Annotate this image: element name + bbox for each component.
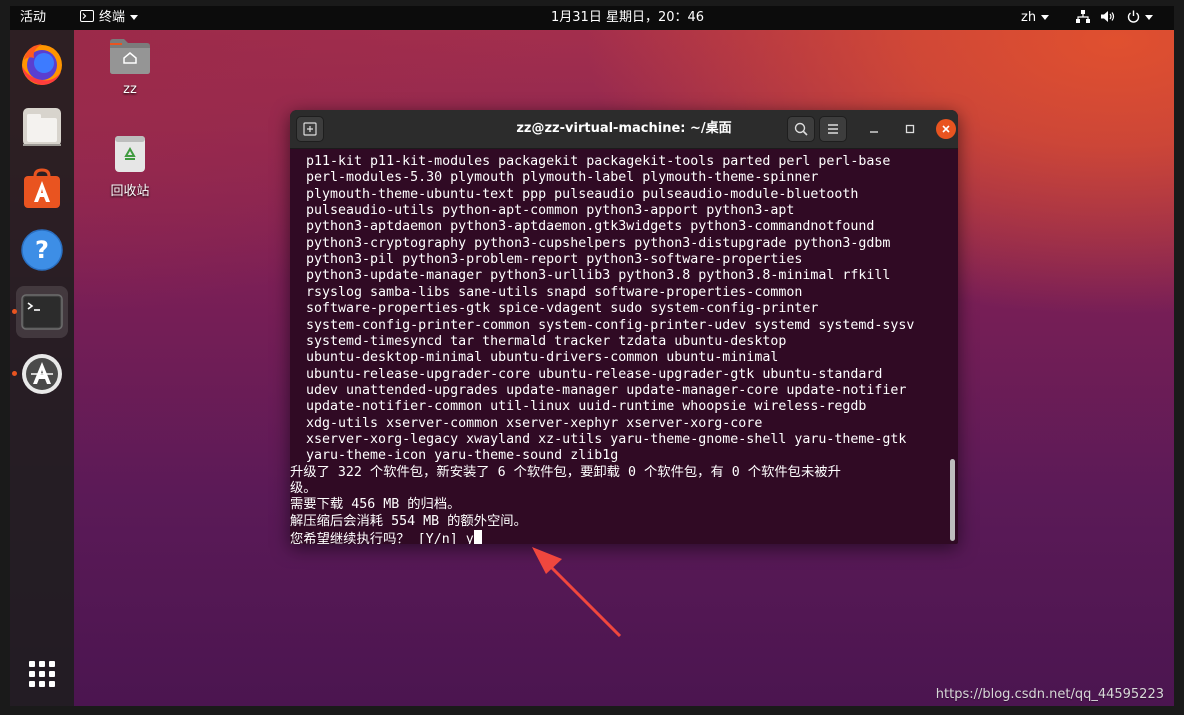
network-icon <box>1076 10 1090 23</box>
terminal-icon <box>21 294 63 330</box>
language-menu[interactable]: zh <box>1021 6 1050 30</box>
trash-label: 回收站 <box>110 184 150 199</box>
terminal-app-icon <box>80 10 94 22</box>
language-label: zh <box>1021 10 1037 25</box>
power-icon <box>1128 10 1140 23</box>
volume-icon <box>1101 11 1115 22</box>
maximize-icon <box>905 124 915 134</box>
text-cursor <box>473 530 482 544</box>
desktop-screen: 活动 终端 1月31日 星期日，20：46 zh ? zz 回收站 zz@zz-… <box>10 6 1174 706</box>
search-icon <box>794 122 808 136</box>
terminal-title: zz@zz-virtual-machine: ~/桌面 <box>516 121 732 136</box>
maximize-button[interactable] <box>900 119 920 139</box>
chevron-down-icon <box>1145 15 1154 20</box>
clock[interactable]: 1月31日 星期日，20：46 <box>551 6 704 30</box>
terminal-line: python3-cryptography python3-cupshelpers… <box>290 236 891 251</box>
terminal-line: ubuntu-release-upgrader-core ubuntu-rele… <box>290 367 883 382</box>
hamburger-menu-icon <box>828 124 838 134</box>
close-button[interactable] <box>936 119 956 139</box>
svg-text:?: ? <box>35 236 49 264</box>
files-icon <box>23 108 61 146</box>
watermark: https://blog.csdn.net/qq_44595223 <box>935 687 1164 702</box>
terminal-line: update-notifier-common util-linux uuid-r… <box>290 399 867 414</box>
terminal-line: p11-kit p11-kit-modules packagekit packa… <box>290 154 891 169</box>
show-apps-icon <box>29 661 55 687</box>
new-tab-button[interactable] <box>296 116 324 142</box>
top-bar: 活动 终端 1月31日 星期日，20：46 zh <box>10 6 1174 30</box>
terminal-line: perl-modules-5.30 plymouth plymouth-labe… <box>290 170 819 185</box>
terminal-window[interactable]: zz@zz-virtual-machine: ~/桌面 p11-kit p11-… <box>290 110 958 544</box>
help-icon: ? <box>21 229 63 271</box>
menu-button[interactable] <box>819 116 847 142</box>
running-indicator <box>12 371 17 376</box>
software-updater-icon <box>22 354 62 394</box>
new-tab-icon <box>303 122 317 136</box>
terminal-scrollbar[interactable] <box>950 459 955 541</box>
terminal-line: 级。 <box>290 481 317 496</box>
terminal-line: python3-aptdaemon python3-aptdaemon.gtk3… <box>290 219 875 234</box>
chevron-down-icon <box>1041 15 1050 20</box>
dock-firefox[interactable] <box>16 38 68 90</box>
dock: ? <box>10 30 74 706</box>
terminal-line: 解压缩后会消耗 554 MB 的额外空间。 <box>290 514 527 529</box>
search-button[interactable] <box>787 116 815 142</box>
terminal-line: system-config-printer-common system-conf… <box>290 318 915 333</box>
minimize-icon <box>870 131 878 133</box>
running-indicator <box>12 309 17 314</box>
terminal-line: 升级了 322 个软件包，新安装了 6 个软件包，要卸载 0 个软件包，有 0 … <box>290 465 841 480</box>
terminal-line: 需要下载 456 MB 的归档。 <box>290 497 461 512</box>
close-icon <box>942 125 950 133</box>
terminal-line: ubuntu-desktop-minimal ubuntu-drivers-co… <box>290 350 779 365</box>
terminal-line: xdg-utils xserver-common xserver-xephyr … <box>290 416 763 431</box>
app-menu[interactable]: 终端 <box>80 6 139 30</box>
terminal-line: yaru-theme-icon yaru-theme-sound zlib1g <box>290 448 619 463</box>
desktop-trash[interactable]: 回收站 <box>100 132 160 199</box>
dock-help[interactable]: ? <box>16 224 68 276</box>
terminal-line: software-properties-gtk spice-vdagent su… <box>290 301 819 316</box>
software-center-icon <box>24 168 60 208</box>
terminal-line: python3-pil python3-problem-report pytho… <box>290 252 803 267</box>
dock-software[interactable] <box>16 162 68 214</box>
activities-button[interactable]: 活动 <box>20 6 46 30</box>
terminal-prompt-line: 您希望继续执行吗？ [Y/n] y <box>290 530 482 544</box>
dock-updater[interactable] <box>16 348 68 400</box>
terminal-line: udev unattended-upgrades update-manager … <box>290 383 907 398</box>
system-menu[interactable] <box>1076 6 1154 30</box>
terminal-line: plymouth-theme-ubuntu-text ppp pulseaudi… <box>290 187 859 202</box>
terminal-line: python3-update-manager python3-urllib3 p… <box>290 268 891 283</box>
terminal-output[interactable]: p11-kit p11-kit-modules packagekit packa… <box>290 149 958 544</box>
terminal-line: pulseaudio-utils python-apt-common pytho… <box>290 203 795 218</box>
desktop-home-folder[interactable]: zz <box>100 36 160 97</box>
terminal-header-bar[interactable]: zz@zz-virtual-machine: ~/桌面 <box>290 110 958 149</box>
chevron-down-icon <box>130 15 139 20</box>
minimize-button[interactable] <box>864 119 884 139</box>
terminal-line: systemd-timesyncd tar thermald tracker t… <box>290 334 787 349</box>
dock-terminal[interactable] <box>16 286 68 338</box>
app-menu-label: 终端 <box>99 10 126 25</box>
terminal-line: xserver-xorg-legacy xwayland xz-utils ya… <box>290 432 907 447</box>
firefox-icon <box>22 44 62 85</box>
terminal-prompt: 您希望继续执行吗？ [Y/n] y <box>290 532 474 544</box>
terminal-line: rsyslog samba-libs sane-utils snapd soft… <box>290 285 803 300</box>
dock-show-apps[interactable] <box>16 648 68 700</box>
home-folder-icon <box>110 39 150 74</box>
dock-files[interactable] <box>16 100 68 152</box>
trash-icon <box>115 136 145 172</box>
home-folder-label: zz <box>123 82 137 97</box>
